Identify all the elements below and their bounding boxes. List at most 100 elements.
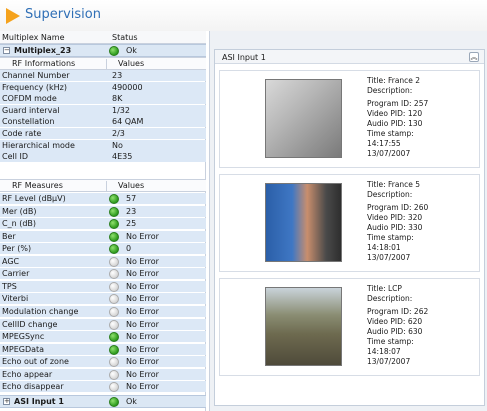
panel-header[interactable]: ASI Input 1 ︽	[215, 50, 484, 64]
rf-info-value: 2/3	[112, 129, 125, 138]
rf-info-name: Channel Number	[2, 71, 70, 80]
rf-informations-values-label: Values	[118, 59, 145, 68]
program-card[interactable]: Title: France 5 Description: Program ID: 2…	[219, 174, 480, 272]
rf-info-name: Code rate	[2, 129, 42, 138]
status-ok-icon	[109, 46, 119, 56]
program-description: Description:	[367, 86, 413, 95]
rf-measure-row: RF Level (dBµV) 57	[0, 193, 206, 204]
program-description: Description:	[367, 190, 413, 199]
rf-measure-row: Per (%) 0	[0, 243, 206, 255]
rf-measure-name: Viterbi	[2, 294, 29, 304]
rf-measure-row: C_n (dB) 25	[0, 218, 206, 230]
rf-measure-value: No Error	[126, 281, 159, 291]
multiplex-status: Ok	[126, 46, 137, 55]
status-ok-icon	[109, 344, 119, 355]
program-video-pid: Video PID: 120	[367, 109, 423, 118]
expand-icon[interactable]: +	[3, 398, 10, 405]
rf-info-value: 4E35	[112, 152, 133, 162]
program-time: 14:17:55	[367, 139, 401, 148]
program-program-id: Program ID: 262	[367, 307, 429, 316]
program-thumbnail[interactable]	[265, 79, 342, 158]
program-card[interactable]: Title: France 2 Description: Program ID: 2…	[219, 70, 480, 168]
rf-measure-value: 57	[126, 194, 137, 203]
program-date: 13/07/2007	[367, 253, 411, 262]
program-timestamp-label: Time stamp:	[367, 233, 414, 242]
asi-input-status: Ok	[126, 397, 137, 406]
multiplex-name: Multiplex_23	[14, 46, 72, 55]
program-program-id: Program ID: 257	[367, 99, 429, 108]
program-timestamp-label: Time stamp:	[367, 337, 414, 346]
program-thumbnail[interactable]	[265, 183, 342, 262]
program-title: Title: France 5	[367, 180, 421, 189]
rf-measure-name: TPS	[2, 281, 17, 291]
tree-column-header: Multiplex Name Status	[0, 31, 206, 44]
rf-measure-name: Carrier	[2, 269, 30, 279]
rf-measure-value: No Error	[126, 256, 159, 266]
rf-measure-value: 0	[126, 244, 132, 254]
column-status[interactable]: Status	[112, 33, 138, 42]
rf-measure-row: Carrier No Error	[0, 268, 206, 280]
program-video-pid: Video PID: 320	[367, 213, 423, 222]
rf-info-row: Frequency (kHz) 490000	[0, 81, 206, 93]
status-idle-icon	[109, 256, 119, 267]
rf-info-row: Guard interval 1/32	[0, 104, 206, 116]
status-ok-icon	[109, 206, 119, 217]
rf-measure-name: CellID change	[2, 319, 58, 329]
rf-measure-value: No Error	[126, 332, 159, 342]
asi-input-name: ASI Input 1	[14, 397, 64, 406]
asi-input-row[interactable]: + ASI Input 1 Ok	[0, 395, 206, 408]
status-ok-icon	[109, 231, 119, 242]
rf-measure-value: No Error	[126, 231, 159, 241]
rf-measure-row: Viterbi No Error	[0, 293, 206, 305]
rf-measure-row: Echo appear No Error	[0, 368, 206, 380]
rf-measure-name: Echo disappear	[2, 382, 64, 392]
rf-measure-value: 23	[126, 206, 137, 216]
rf-measure-name: Modulation change	[2, 306, 79, 316]
program-audio-pid: Audio PID: 330	[367, 223, 423, 232]
program-description: Description:	[367, 294, 413, 303]
rf-measure-name: AGC	[2, 256, 20, 266]
status-idle-icon	[109, 382, 119, 393]
status-idle-icon	[109, 281, 119, 292]
rf-measure-row: Mer (dB) 23	[0, 205, 206, 217]
double-chevron-up-icon[interactable]: ︽	[469, 52, 479, 62]
program-card[interactable]: Title: LCP Description: Program ID: 262 Vid…	[219, 278, 480, 376]
rf-measure-row: AGC No Error	[0, 255, 206, 267]
program-timestamp-label: Time stamp:	[367, 129, 414, 138]
rf-measure-name: MPEGSync	[2, 332, 45, 342]
rf-measure-value: No Error	[126, 357, 159, 367]
collapse-icon[interactable]: −	[3, 47, 10, 54]
rf-measure-name: C_n (dB)	[2, 219, 37, 229]
status-idle-icon	[109, 319, 119, 330]
rf-measure-row: TPS No Error	[0, 280, 206, 292]
rf-informations-title: RF Informations	[12, 59, 76, 68]
rf-measure-name: Echo out of zone	[2, 357, 69, 367]
rf-measure-row: Ber No Error	[0, 230, 206, 242]
program-panel-area: ASI Input 1 ︽ Title: France 2 Description…	[209, 31, 487, 411]
rf-measure-row: MPEGSync No Error	[0, 331, 206, 343]
program-date: 13/07/2007	[367, 357, 411, 366]
rf-info-name: Constellation	[2, 117, 55, 127]
status-idle-icon	[109, 357, 119, 368]
multiplex-tree: Multiplex Name Status − Multiplex_23 Ok …	[0, 31, 206, 411]
rf-info-name: Frequency (kHz)	[2, 82, 67, 92]
column-multiplex-name[interactable]: Multiplex Name	[2, 33, 65, 42]
rf-info-name: Cell ID	[2, 152, 29, 162]
page-title: Supervision	[25, 7, 101, 22]
rf-info-row: Hierarchical mode No	[0, 139, 206, 151]
rf-info-value: 23	[112, 71, 123, 80]
rf-measure-value: No Error	[126, 344, 159, 354]
supervision-window: Supervision Multiplex Name Status − Mult…	[0, 0, 487, 411]
rf-info-name: COFDM mode	[2, 94, 57, 104]
rf-info-row: Cell ID 4E35	[0, 151, 206, 163]
program-thumbnail[interactable]	[265, 287, 342, 366]
rf-measures-header: RF Measures Values	[0, 179, 206, 192]
program-video-pid: Video PID: 620	[367, 317, 423, 326]
panel-title: ASI Input 1	[222, 53, 266, 62]
rf-measure-row: Echo out of zone No Error	[0, 356, 206, 368]
rf-measure-name: MPEGData	[2, 344, 45, 354]
program-title: Title: France 2	[367, 76, 421, 85]
rf-info-value: 8K	[112, 94, 123, 104]
multiplex-row[interactable]: − Multiplex_23 Ok	[0, 44, 206, 57]
program-time: 14:18:01	[367, 243, 401, 252]
